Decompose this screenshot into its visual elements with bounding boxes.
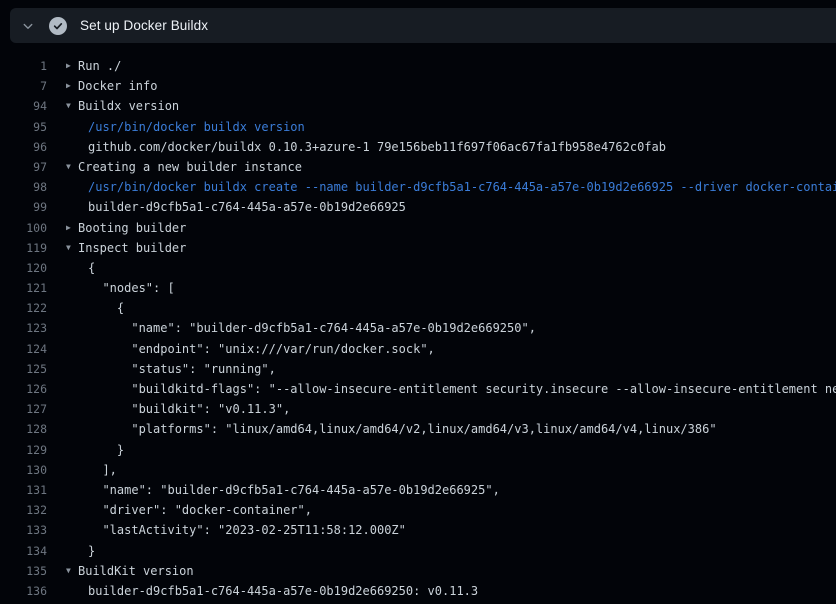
log-line-row: 133 "lastActivity": "2023-02-25T11:58:12… xyxy=(0,520,836,540)
line-number[interactable]: 122 xyxy=(0,298,47,318)
line-number[interactable]: 98 xyxy=(0,177,47,197)
chevron-down-icon[interactable]: ▼ xyxy=(66,96,78,116)
log-text: "status": "running", xyxy=(88,359,276,379)
line-number[interactable]: 119 xyxy=(0,238,47,258)
chevron-down-icon[interactable] xyxy=(20,18,36,34)
log-group-row[interactable]: 135 ▼BuildKit version xyxy=(0,561,836,581)
group-title: Docker info xyxy=(78,76,157,96)
line-number[interactable]: 128 xyxy=(0,419,47,439)
log-text: builder-d9cfb5a1-c764-445a-a57e-0b19d2e6… xyxy=(88,581,478,601)
line-number[interactable]: 96 xyxy=(0,137,47,157)
log-line-row: 98/usr/bin/docker buildx create --name b… xyxy=(0,177,836,197)
log-text: "name": "builder-d9cfb5a1-c764-445a-a57e… xyxy=(88,480,500,500)
line-number[interactable]: 97 xyxy=(0,157,47,177)
log-group-row[interactable]: 119 ▼Inspect builder xyxy=(0,238,836,258)
log-text: /usr/bin/docker buildx version xyxy=(88,117,305,137)
log-group-row[interactable]: 97 ▼Creating a new builder instance xyxy=(0,157,836,177)
chevron-right-icon[interactable]: ▶ xyxy=(66,56,78,76)
log-text: ], xyxy=(88,460,117,480)
log-text: "buildkit": "v0.11.3", xyxy=(88,399,290,419)
step-header[interactable]: Set up Docker Buildx xyxy=(10,8,836,43)
line-number[interactable]: 123 xyxy=(0,318,47,338)
log-group-row[interactable]: 94 ▼Buildx version xyxy=(0,96,836,116)
log-text: builder-d9cfb5a1-c764-445a-a57e-0b19d2e6… xyxy=(88,197,406,217)
group-title: Creating a new builder instance xyxy=(78,157,302,177)
group-title: Buildx version xyxy=(78,96,179,116)
chevron-right-icon[interactable]: ▶ xyxy=(66,76,78,96)
line-number[interactable]: 120 xyxy=(0,258,47,278)
line-number[interactable]: 100 xyxy=(0,218,47,238)
line-number[interactable]: 131 xyxy=(0,480,47,500)
log-text: "driver": "docker-container", xyxy=(88,500,312,520)
line-number[interactable]: 99 xyxy=(0,197,47,217)
step-title: Set up Docker Buildx xyxy=(80,18,208,33)
log-line-row: 123 "name": "builder-d9cfb5a1-c764-445a-… xyxy=(0,318,836,338)
log-text: github.com/docker/buildx 0.10.3+azure-1 … xyxy=(88,137,666,157)
log-line-row: 128 "platforms": "linux/amd64,linux/amd6… xyxy=(0,419,836,439)
log-text: "endpoint": "unix:///var/run/docker.sock… xyxy=(88,339,435,359)
log-line-row: 131 "name": "builder-d9cfb5a1-c764-445a-… xyxy=(0,480,836,500)
line-number[interactable]: 94 xyxy=(0,96,47,116)
log-line-row: 126 "buildkitd-flags": "--allow-insecure… xyxy=(0,379,836,399)
log-line-row: 129 } xyxy=(0,440,836,460)
log-text: { xyxy=(88,298,124,318)
log-text: } xyxy=(88,541,95,561)
chevron-down-icon[interactable]: ▼ xyxy=(66,238,78,258)
log-text: "lastActivity": "2023-02-25T11:58:12.000… xyxy=(88,520,406,540)
group-title: Run ./ xyxy=(78,56,121,76)
line-number[interactable]: 127 xyxy=(0,399,47,419)
group-title: Inspect builder xyxy=(78,238,186,258)
group-title: BuildKit version xyxy=(78,561,194,581)
line-number[interactable]: 7 xyxy=(0,76,47,96)
line-number[interactable]: 125 xyxy=(0,359,47,379)
log-text: /usr/bin/docker buildx create --name bui… xyxy=(88,177,836,197)
line-number[interactable]: 95 xyxy=(0,117,47,137)
line-number[interactable]: 135 xyxy=(0,561,47,581)
line-number[interactable]: 136 xyxy=(0,581,47,601)
line-number[interactable]: 124 xyxy=(0,339,47,359)
log-line-row: 132 "driver": "docker-container", xyxy=(0,500,836,520)
log-text: } xyxy=(88,440,124,460)
log-line-row: 96 github.com/docker/buildx 0.10.3+azure-… xyxy=(0,137,836,157)
log-line-row: 134} xyxy=(0,541,836,561)
chevron-down-icon[interactable]: ▼ xyxy=(66,561,78,581)
log-text: "platforms": "linux/amd64,linux/amd64/v2… xyxy=(88,419,717,439)
log-line-row: 127 "buildkit": "v0.11.3", xyxy=(0,399,836,419)
chevron-down-icon[interactable]: ▼ xyxy=(66,157,78,177)
line-number[interactable]: 129 xyxy=(0,440,47,460)
log-line-row: 122 { xyxy=(0,298,836,318)
line-number[interactable]: 126 xyxy=(0,379,47,399)
line-number[interactable]: 1 xyxy=(0,56,47,76)
log-text: "name": "builder-d9cfb5a1-c764-445a-a57e… xyxy=(88,318,536,338)
log-line-row: 95/usr/bin/docker buildx version xyxy=(0,117,836,137)
log-text: "buildkitd-flags": "--allow-insecure-ent… xyxy=(88,379,836,399)
log-line-row: 125 "status": "running", xyxy=(0,359,836,379)
line-number[interactable]: 134 xyxy=(0,541,47,561)
log-line-row: 121 "nodes": [ xyxy=(0,278,836,298)
log-text: "nodes": [ xyxy=(88,278,175,298)
log-line-row: 99 builder-d9cfb5a1-c764-445a-a57e-0b19d2… xyxy=(0,197,836,217)
log-line-row: 130 ], xyxy=(0,460,836,480)
log-text: { xyxy=(88,258,95,278)
check-circle-icon xyxy=(49,17,67,35)
log-line-row: 120 { xyxy=(0,258,836,278)
line-number[interactable]: 132 xyxy=(0,500,47,520)
log-group-row[interactable]: 7 ▶Docker info xyxy=(0,76,836,96)
group-title: Booting builder xyxy=(78,218,186,238)
log-body: 1▶Run ./7▶Docker info94▼Buildx version95… xyxy=(0,43,836,604)
log-group-row[interactable]: 1 ▶Run ./ xyxy=(0,56,836,76)
log-line-row: 124 "endpoint": "unix:///var/run/docker.… xyxy=(0,339,836,359)
log-group-row[interactable]: 100 ▶Booting builder xyxy=(0,218,836,238)
line-number[interactable]: 130 xyxy=(0,460,47,480)
line-number[interactable]: 133 xyxy=(0,520,47,540)
chevron-right-icon[interactable]: ▶ xyxy=(66,218,78,238)
log-line-row: 136 builder-d9cfb5a1-c764-445a-a57e-0b19d… xyxy=(0,581,836,601)
line-number[interactable]: 121 xyxy=(0,278,47,298)
